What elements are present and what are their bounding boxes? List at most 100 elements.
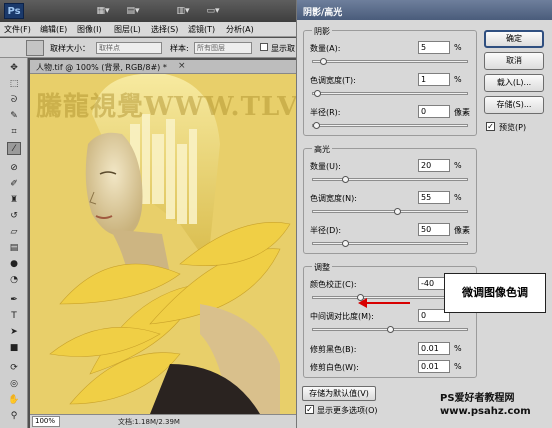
status-bar: 100% 文档:1.18M/2.39M [30, 414, 300, 428]
arrow-left-icon [358, 298, 367, 308]
highlights-tonal-label: 色调宽度(N): [310, 194, 357, 203]
document-tab[interactable]: 人物.tif @ 100% (背景, RGB/8#) * × [30, 60, 300, 74]
shadows-tonal-slider[interactable] [312, 90, 468, 97]
highlights-amount-slider[interactable] [312, 176, 468, 183]
cancel-button[interactable]: 取消 [484, 52, 544, 70]
blur-tool-icon[interactable]: ● [7, 258, 21, 271]
hand-tool-icon[interactable]: ✋ [7, 394, 21, 407]
ok-button[interactable]: 确定 [484, 30, 544, 48]
close-icon[interactable]: × [178, 61, 186, 71]
eyedropper-preset-icon[interactable] [26, 40, 44, 56]
sample-layers-select[interactable]: 所有图层 [194, 42, 252, 54]
highlights-tonal-thumb[interactable] [394, 208, 401, 215]
menu-select[interactable]: 选择(S) [151, 24, 178, 35]
preview-label: 预览(P) [499, 123, 527, 132]
menu-edit[interactable]: 编辑(E) [40, 24, 67, 35]
shadows-radius-label: 半径(R): [310, 108, 341, 117]
more-options-label: 显示更多选项(O) [317, 406, 378, 415]
tool-options-bar: 取样大小： 取样点 样本: 所有图层 显示取 [0, 38, 300, 58]
crop-tool-icon[interactable]: ⌗ [7, 126, 21, 139]
tutorial-callout: 微调图像色调 [444, 273, 546, 313]
menu-layer[interactable]: 图层(L) [114, 24, 141, 35]
site-credit-name: PS爱好者教程网 [440, 393, 515, 404]
save-as-defaults-button[interactable]: 存储为默认值(V) [302, 386, 376, 401]
eyedropper-tool-icon[interactable]: ⁄ [7, 142, 21, 155]
shadows-radius-thumb[interactable] [313, 122, 320, 129]
3d-orbit-tool-icon[interactable]: ◎ [7, 378, 21, 391]
view-extras-button[interactable]: ▤▾ [120, 4, 146, 18]
midtone-contrast-thumb[interactable] [387, 326, 394, 333]
shadows-amount-label: 数量(A): [310, 44, 341, 53]
shadows-tonal-unit: % [454, 75, 462, 84]
highlights-amount-field[interactable]: 20 [418, 159, 450, 172]
history-brush-tool-icon[interactable]: ↺ [7, 210, 21, 223]
highlights-radius-unit: 像素 [454, 226, 470, 235]
highlights-radius-field[interactable]: 50 [418, 223, 450, 236]
highlights-tonal-slider[interactable] [312, 208, 468, 215]
zoom-tool-icon[interactable]: ⚲ [7, 410, 21, 423]
show-sampling-ring-label: 显示取 [271, 44, 295, 53]
highlights-radius-label: 半径(D): [310, 226, 342, 235]
type-tool-icon[interactable]: T [7, 310, 21, 323]
shadows-amount-slider[interactable] [312, 58, 468, 65]
eraser-tool-icon[interactable]: ▱ [7, 226, 21, 239]
menu-filter[interactable]: 滤镜(T) [188, 24, 215, 35]
menu-image[interactable]: 图像(I) [77, 24, 102, 35]
shadows-amount-unit: % [454, 43, 462, 52]
screen-mode-button[interactable]: ▭▾ [200, 4, 226, 18]
brush-tool-icon[interactable]: ✐ [7, 178, 21, 191]
shadows-tonal-label: 色调宽度(T): [310, 76, 356, 85]
arrange-documents-button[interactable]: ▥▾ [170, 4, 196, 18]
sample-label: 样本: [170, 44, 189, 53]
bridge-button[interactable]: ▦▾ [90, 4, 116, 18]
save-button[interactable]: 存储(S)... [484, 96, 544, 114]
menu-file[interactable]: 文件(F) [4, 24, 31, 35]
shape-tool-icon[interactable]: ■ [7, 342, 21, 355]
shadows-amount-thumb[interactable] [320, 58, 327, 65]
black-clip-unit: % [454, 344, 462, 353]
highlights-radius-thumb[interactable] [342, 240, 349, 247]
shadows-radius-field[interactable]: 0 [418, 105, 450, 118]
marquee-tool-icon[interactable]: ⬚ [7, 78, 21, 91]
3d-rotate-tool-icon[interactable]: ⟳ [7, 362, 21, 375]
highlights-tonal-field[interactable]: 55 [418, 191, 450, 204]
sample-size-select[interactable]: 取样点 [96, 42, 162, 54]
dodge-tool-icon[interactable]: ◔ [7, 274, 21, 287]
midtone-contrast-slider[interactable] [312, 326, 468, 333]
annotation-arrow [366, 302, 410, 304]
path-selection-tool-icon[interactable]: ➤ [7, 326, 21, 339]
shadows-radius-slider[interactable] [312, 122, 468, 129]
highlights-radius-slider[interactable] [312, 240, 468, 247]
black-clip-field[interactable]: 0.01 [418, 342, 450, 355]
shadows-tonal-field[interactable]: 1 [418, 73, 450, 86]
shadows-tonal-thumb[interactable] [314, 90, 321, 97]
healing-brush-tool-icon[interactable]: ⊘ [7, 162, 21, 175]
document-size-readout[interactable]: 文档:1.18M/2.39M [118, 417, 180, 427]
color-correction-label: 颜色校正(C): [310, 280, 357, 289]
site-credit: PS爱好者教程网 www.psahz.com [440, 392, 531, 418]
show-sampling-ring-checkbox[interactable] [260, 43, 268, 51]
menu-bar: 文件(F) 编辑(E) 图像(I) 图层(L) 选择(S) 滤镜(T) 分析(A… [0, 22, 300, 37]
preview-checkbox[interactable]: ✓ [486, 122, 495, 131]
shadows-radius-unit: 像素 [454, 108, 470, 117]
lasso-tool-icon[interactable]: ᘐ [7, 94, 21, 107]
document-tab-label: 人物.tif @ 100% (背景, RGB/8#) * [36, 63, 167, 72]
move-tool-icon[interactable]: ✥ [7, 62, 21, 75]
quick-selection-tool-icon[interactable]: ✎ [7, 110, 21, 123]
highlights-amount-thumb[interactable] [342, 176, 349, 183]
adjustments-group-title: 调整 [312, 262, 332, 273]
more-options-checkbox[interactable]: ✓ [305, 405, 314, 414]
shadows-amount-field[interactable]: 5 [418, 41, 450, 54]
load-button[interactable]: 载入(L)... [484, 74, 544, 92]
clone-stamp-tool-icon[interactable]: ♜ [7, 194, 21, 207]
highlights-amount-unit: % [454, 161, 462, 170]
menu-analysis[interactable]: 分析(A) [226, 24, 254, 35]
zoom-level-field[interactable]: 100% [32, 416, 60, 427]
gradient-tool-icon[interactable]: ▤ [7, 242, 21, 255]
pen-tool-icon[interactable]: ✒ [7, 294, 21, 307]
sample-size-label: 取样大小： [50, 44, 90, 53]
white-clip-field[interactable]: 0.01 [418, 360, 450, 373]
watermark-text: 騰龍視覺WWW.TLVI.NET [36, 92, 300, 122]
image-canvas[interactable]: 騰龍視覺WWW.TLVI.NET [30, 74, 300, 414]
photoshop-logo-icon: Ps [4, 3, 24, 19]
